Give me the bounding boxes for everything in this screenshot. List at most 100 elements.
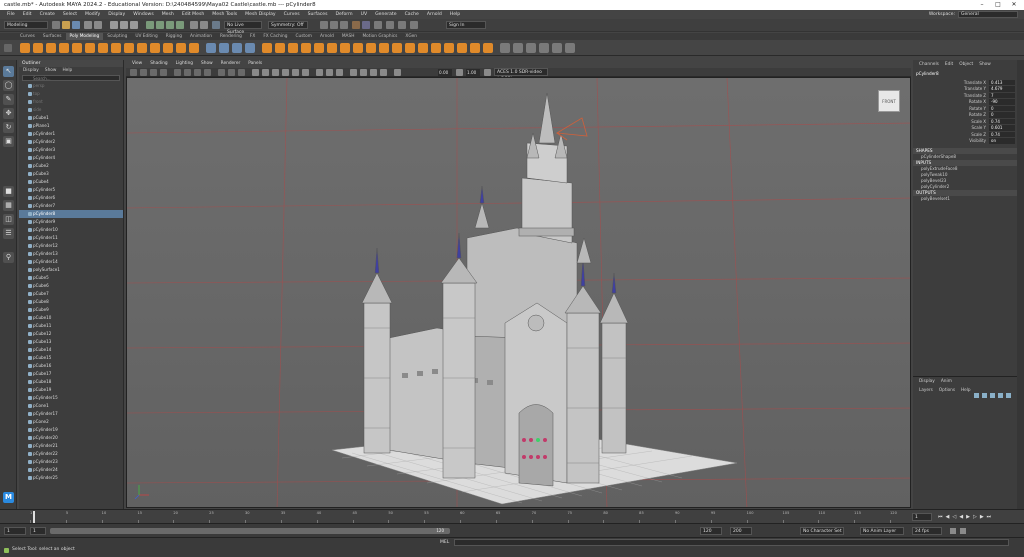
menu-item-mesh[interactable]: Mesh bbox=[158, 12, 178, 17]
attribute-label[interactable]: Visibility bbox=[969, 138, 986, 143]
move-layer-down-icon[interactable] bbox=[998, 393, 1003, 398]
color-management-icon[interactable] bbox=[484, 69, 491, 76]
four-view-icon[interactable]: ▦ bbox=[3, 200, 14, 211]
outliner-item[interactable]: front bbox=[19, 98, 123, 106]
poly-plane-icon[interactable] bbox=[85, 43, 95, 53]
smooth-icon[interactable] bbox=[232, 43, 242, 53]
camera-attributes-icon[interactable] bbox=[140, 69, 147, 76]
outliner-layout-icon[interactable]: ☰ bbox=[3, 228, 14, 239]
symmetry-dropdown[interactable]: Symmetry: Off bbox=[268, 21, 308, 29]
outliner-item[interactable]: pCylinder6 bbox=[19, 194, 123, 202]
step-forward-key-icon[interactable]: ▶ bbox=[980, 514, 984, 520]
safe-title-icon[interactable] bbox=[238, 69, 245, 76]
shelf-tab-uv-editing[interactable]: UV Editing bbox=[131, 33, 161, 40]
shadows-icon[interactable] bbox=[302, 69, 309, 76]
exposure-value[interactable]: 0.00 bbox=[438, 69, 452, 76]
go-to-start-icon[interactable]: ⏮ bbox=[938, 514, 943, 520]
play-backward-icon[interactable]: ◀ bbox=[959, 514, 963, 520]
field-chart-icon[interactable] bbox=[218, 69, 225, 76]
poly-torus-icon[interactable] bbox=[72, 43, 82, 53]
grid-icon[interactable] bbox=[174, 69, 181, 76]
platonic-solid-icon[interactable] bbox=[111, 43, 121, 53]
gamma-icon[interactable] bbox=[456, 69, 463, 76]
collapse-icon[interactable] bbox=[392, 43, 402, 53]
textured-icon[interactable] bbox=[282, 69, 289, 76]
circularize-icon[interactable] bbox=[418, 43, 428, 53]
range-start-field[interactable]: 1 bbox=[30, 527, 46, 535]
outliner-item[interactable]: pCylinder24 bbox=[19, 466, 123, 474]
poly-cube-icon[interactable] bbox=[33, 43, 43, 53]
lights-icon[interactable] bbox=[292, 69, 299, 76]
target-weld-icon[interactable] bbox=[340, 43, 350, 53]
planar-map-icon[interactable] bbox=[513, 43, 523, 53]
xray-joints-icon[interactable] bbox=[370, 69, 377, 76]
channel-box-menu-show[interactable]: Show bbox=[979, 62, 991, 67]
outliner-item[interactable]: pPlane1 bbox=[19, 122, 123, 130]
minimize-icon[interactable]: – bbox=[974, 0, 990, 10]
attribute-label[interactable]: Rotate X bbox=[969, 99, 986, 104]
step-forward-icon[interactable]: ▷ bbox=[973, 514, 977, 520]
shelf-tab-arnold[interactable]: Arnold bbox=[316, 33, 338, 40]
outliner-item[interactable]: pCube10 bbox=[19, 314, 123, 322]
shelf-tab-fx-caching[interactable]: FX Caching bbox=[259, 33, 291, 40]
render-settings-icon[interactable] bbox=[340, 21, 348, 29]
outliner-menu-help[interactable]: Help bbox=[62, 67, 72, 74]
layer-options-icon[interactable] bbox=[1006, 393, 1011, 398]
rotate-tool-icon[interactable]: ↻ bbox=[3, 122, 14, 133]
redo-icon[interactable] bbox=[94, 21, 102, 29]
viewport-3d[interactable]: FRONT bbox=[126, 77, 911, 508]
outliner-item[interactable]: pCylinder12 bbox=[19, 242, 123, 250]
attribute-label[interactable]: Translate X bbox=[964, 80, 986, 85]
outliner-item[interactable]: pCube5 bbox=[19, 274, 123, 282]
colorspace-dropdown[interactable]: ACES 1.0 SDR-video (sRGB) bbox=[494, 68, 548, 82]
shelf-tab-poly-modeling[interactable]: Poly Modeling bbox=[65, 33, 104, 40]
layer-tab-display[interactable]: Display bbox=[919, 379, 935, 384]
anim-layer-dropdown[interactable]: No Anim Layer bbox=[860, 527, 904, 535]
shelf-tab-curves[interactable]: Curves bbox=[16, 33, 39, 40]
ambient-occlusion-icon[interactable] bbox=[316, 69, 323, 76]
boolean-icon[interactable] bbox=[245, 43, 255, 53]
viewport-menu-panels[interactable]: Panels bbox=[244, 60, 266, 68]
outliner-item[interactable]: pCube18 bbox=[19, 378, 123, 386]
shelf-tab-rendering[interactable]: Rendering bbox=[216, 33, 246, 40]
menu-item-arnold[interactable]: Arnold bbox=[423, 12, 446, 17]
menu-item-deform[interactable]: Deform bbox=[332, 12, 357, 17]
attribute-value-field[interactable]: 0.413 bbox=[989, 79, 1015, 85]
outliner-item[interactable]: pCube12 bbox=[19, 330, 123, 338]
outliner-item[interactable]: side bbox=[19, 106, 123, 114]
attribute-value-field[interactable]: -90 bbox=[989, 99, 1015, 105]
batch-render-icon[interactable] bbox=[386, 21, 394, 29]
reduce-icon[interactable] bbox=[431, 43, 441, 53]
exposure-icon[interactable] bbox=[394, 69, 401, 76]
search-icon[interactable]: ⚲ bbox=[3, 252, 14, 263]
menu-item-surfaces[interactable]: Surfaces bbox=[304, 12, 332, 17]
snap-point-icon[interactable] bbox=[166, 21, 174, 29]
shelf-tab-surfaces[interactable]: Surfaces bbox=[39, 33, 66, 40]
anim-prefs-icon[interactable] bbox=[960, 528, 966, 534]
outliner-item[interactable]: pCube16 bbox=[19, 362, 123, 370]
persp-outliner-icon[interactable]: ◫ bbox=[3, 214, 14, 225]
poly-sphere-icon[interactable] bbox=[20, 43, 30, 53]
outliner-search-input[interactable]: Search... bbox=[22, 75, 120, 81]
paint-select-icon[interactable]: ✎ bbox=[3, 94, 14, 105]
fill-hole-icon[interactable] bbox=[301, 43, 311, 53]
outliner-item[interactable]: pCylinder4 bbox=[19, 154, 123, 162]
outliner-item[interactable]: pCylinder14 bbox=[19, 258, 123, 266]
move-layer-up-icon[interactable] bbox=[990, 393, 995, 398]
menu-item-windows[interactable]: Windows bbox=[129, 12, 158, 17]
xray-icon[interactable] bbox=[360, 69, 367, 76]
outliner-item[interactable]: pCylinder7 bbox=[19, 202, 123, 210]
outliner-item[interactable]: pCylinder22 bbox=[19, 450, 123, 458]
viewport-menu-show[interactable]: Show bbox=[197, 60, 217, 68]
attribute-value-field[interactable]: 0.74 bbox=[989, 118, 1015, 124]
attribute-value-field[interactable]: 0 bbox=[989, 105, 1015, 111]
menu-item-modify[interactable]: Modify bbox=[81, 12, 104, 17]
append-polygon-icon[interactable] bbox=[314, 43, 324, 53]
attribute-label[interactable]: Scale Y bbox=[972, 125, 986, 130]
attribute-value-field[interactable]: on bbox=[989, 138, 1015, 144]
insert-edge-loop-icon[interactable] bbox=[353, 43, 363, 53]
snap-grid-icon[interactable] bbox=[146, 21, 154, 29]
sew-uv-icon[interactable] bbox=[552, 43, 562, 53]
layer-menu-help[interactable]: Help bbox=[961, 387, 971, 392]
mirror-icon[interactable] bbox=[483, 43, 493, 53]
